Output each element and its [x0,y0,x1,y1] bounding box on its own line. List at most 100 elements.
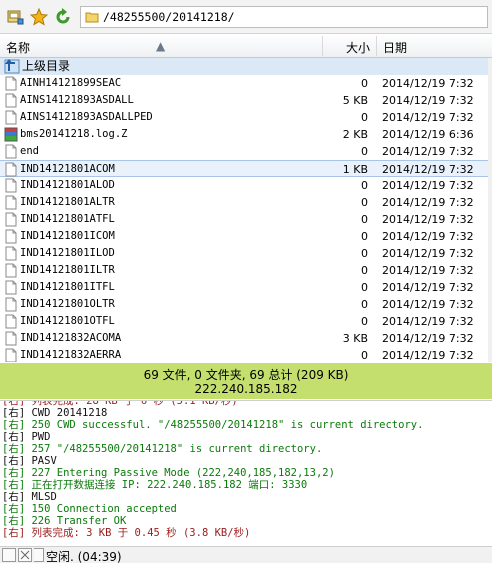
log-toggle-icon[interactable] [2,548,16,562]
file-list: 上级目录 AINH14121899SEAC 0 2014/12/19 7:32 AIN… [0,58,492,362]
log-text: 250 CWD successful. "/48255500/20141218"… [25,419,424,431]
sort-ascending-icon: ▲ [156,39,166,53]
file-date: 2014/12/19 6:36 [382,128,474,141]
log-line: [右] 226 Transfer OK [2,515,126,527]
file-name: IND14121801OTFL [20,315,115,327]
file-icon [4,348,18,362]
log-prefix: [右] [2,479,26,491]
parent-directory-label: 上级目录 [22,59,71,73]
file-date: 2014/12/19 7:32 [382,94,474,107]
refresh-icon[interactable] [54,8,72,26]
file-row[interactable]: end 0 2014/12/19 7:32 [0,143,492,160]
path-text: /48255500/20141218/ [103,10,235,24]
log-line: [右] 正在打开数据连接 IP: 222.240.185.182 端口: 333… [2,479,307,491]
connection-status-text: 空闲. (04:39) [46,550,122,563]
column-divider[interactable] [376,36,377,56]
file-row[interactable]: AINS14121893ASDALL 5 KB 2014/12/19 7:32 [0,92,492,109]
file-icon [4,212,18,227]
folder-summary-text: 69 文件, 0 文件夹, 69 总计 (209 KB) [143,368,349,382]
file-size: 5 KB [342,94,368,107]
file-row[interactable]: IND14121801OLTR 0 2014/12/19 7:32 [0,296,492,313]
vertical-scrollbar[interactable] [488,58,492,362]
file-icon [4,229,18,244]
parent-directory-row[interactable]: 上级目录 [0,58,492,75]
file-name: IND14121801OLTR [20,298,115,310]
file-name: IND14121801ACOM [20,163,115,175]
file-size: 0 [361,247,368,260]
log-text: 正在打开数据连接 IP: 222.240.185.182 端口: 3330 [25,479,308,491]
file-row[interactable]: IND14121801ICOM 0 2014/12/19 7:32 [0,228,492,245]
up-folder-icon [4,59,20,74]
log-text: 列表完成: 28 KB 于 6 秒 (5.1 KB/秒) [25,400,238,407]
log-line: [右] 列表完成: 28 KB 于 6 秒 (5.1 KB/秒) [2,400,238,407]
log-prefix: [右] [2,527,26,539]
archive-file-icon [4,127,18,142]
file-date: 2014/12/19 7:32 [382,281,474,294]
file-name: IND14121801ALTR [20,196,115,208]
log-prefix: [右] [2,443,26,455]
file-size: 0 [361,298,368,311]
log-line: [右] 227 Entering Passive Mode (222,240,1… [2,467,335,479]
column-header: 名称 ▲ 大小 日期 [0,34,492,58]
file-size: 0 [361,315,368,328]
home-icon[interactable] [6,8,24,26]
star-icon[interactable] [30,8,48,26]
file-icon [4,93,18,108]
file-size: 3 KB [342,332,368,345]
file-size: 0 [361,264,368,277]
path-input[interactable]: /48255500/20141218/ [80,6,488,28]
log-text: PWD [25,431,51,443]
file-name: end [20,145,39,157]
file-row[interactable]: IND14121801ILOD 0 2014/12/19 7:32 [0,245,492,262]
file-row[interactable]: AINS14121893ASDALLPED 0 2014/12/19 7:32 [0,109,492,126]
file-size: 0 [361,230,368,243]
file-icon [4,195,18,210]
column-size-header[interactable]: 大小 [346,39,370,56]
file-date: 2014/12/19 7:32 [382,298,474,311]
file-name: IND14121832AERRA [20,349,122,361]
file-icon [4,178,18,193]
file-row[interactable]: AINH14121899SEAC 0 2014/12/19 7:32 [0,75,492,92]
file-row[interactable]: IND14121832ACOMA 3 KB 2014/12/19 7:32 [0,330,492,347]
file-name: IND14121801ILOD [20,247,115,259]
file-date: 2014/12/19 7:32 [382,349,474,362]
file-row[interactable]: IND14121801ATFL 0 2014/12/19 7:32 [0,211,492,228]
folder-icon [85,10,99,27]
log-line: [右] PWD [2,431,50,443]
file-date: 2014/12/19 7:32 [382,163,474,176]
log-prefix: [右] [2,400,26,407]
file-row[interactable]: bms20141218.log.Z 2 KB 2014/12/19 6:36 [0,126,492,143]
log-line: [右] CWD 20141218 [2,407,107,419]
queue-toggle-icon[interactable] [18,548,32,562]
file-date: 2014/12/19 7:32 [382,196,474,209]
panel-icon[interactable] [34,548,44,562]
file-icon [4,162,18,177]
file-size: 0 [361,213,368,226]
file-date: 2014/12/19 7:32 [382,332,474,345]
log-text: PASV [25,455,57,467]
file-size: 2 KB [342,128,368,141]
file-row[interactable]: IND14121801ALOD 0 2014/12/19 7:32 [0,177,492,194]
file-size: 1 KB [342,163,368,176]
file-name: IND14121801ITFL [20,281,115,293]
column-divider[interactable] [322,36,323,56]
file-name: IND14121801ALOD [20,179,115,191]
file-name: AINH14121899SEAC [20,77,122,89]
log-text: 257 "/48255500/20141218" is current dire… [25,443,323,455]
log-line: [右] PASV [2,455,57,467]
file-date: 2014/12/19 7:32 [382,111,474,124]
file-row[interactable]: IND14121801ACOM 1 KB 2014/12/19 7:32 [0,160,492,177]
file-row[interactable]: IND14121801OTFL 0 2014/12/19 7:32 [0,313,492,330]
log-panel: [右] 列表完成: 28 KB 于 6 秒 (5.1 KB/秒) [右] CWD … [0,400,492,546]
log-prefix: [右] [2,419,26,431]
file-name: IND14121801ATFL [20,213,115,225]
file-name: IND14121801ICOM [20,230,115,242]
log-prefix: [右] [2,515,26,527]
file-row[interactable]: IND14121801ALTR 0 2014/12/19 7:32 [0,194,492,211]
column-date-header[interactable]: 日期 [383,39,407,56]
file-row[interactable]: IND14121801ILTR 0 2014/12/19 7:32 [0,262,492,279]
column-name-header[interactable]: 名称 [6,39,30,56]
file-row[interactable]: IND14121801ITFL 0 2014/12/19 7:32 [0,279,492,296]
file-row[interactable]: IND14121832AERRA 0 2014/12/19 7:32 [0,347,492,362]
toolbar: /48255500/20141218/ [0,0,492,34]
